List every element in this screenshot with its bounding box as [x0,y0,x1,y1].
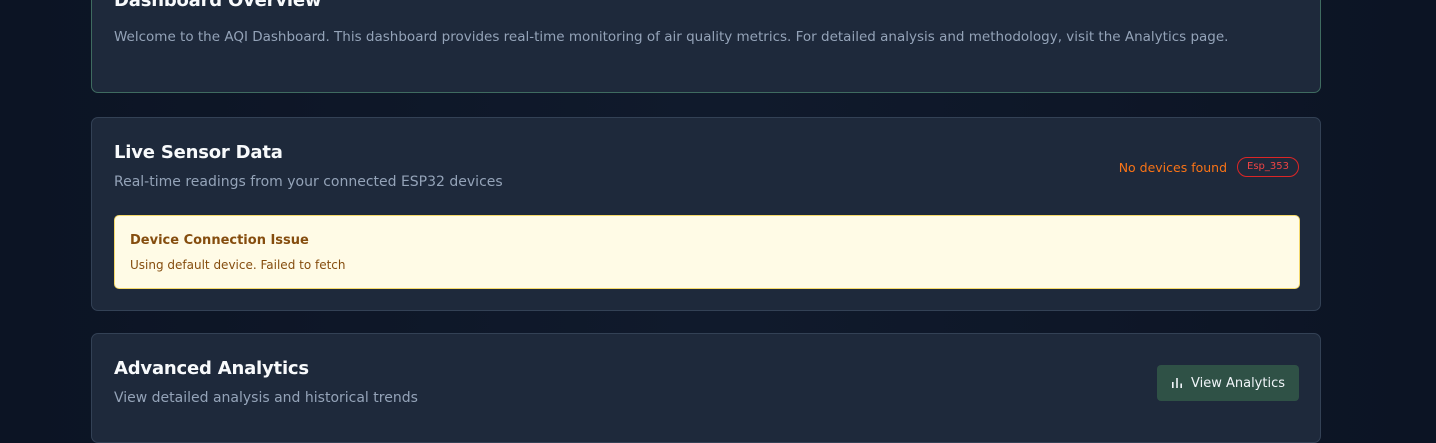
view-analytics-label: View Analytics [1190,375,1285,391]
device-status: No devices found Esp_353 [1119,157,1299,177]
live-sensor-card: Live Sensor Data Real-time readings from… [91,117,1321,311]
device-status-text: No devices found [1118,159,1228,175]
sensor-title: Live Sensor Data [114,142,283,163]
sensor-description: Real-time readings from your connected E… [114,174,503,190]
alert-title: Device Connection Issue [130,233,309,248]
overview-title: Dashboard Overview [114,0,322,11]
analytics-description: View detailed analysis and historical tr… [114,390,418,406]
bar-chart-icon [1171,377,1183,389]
analytics-title: Advanced Analytics [114,358,309,379]
dashboard-overview-card: Dashboard Overview Welcome to the AQI Da… [91,0,1321,93]
advanced-analytics-card: Advanced Analytics View detailed analysi… [91,333,1321,443]
view-analytics-button[interactable]: View Analytics [1156,365,1299,401]
device-badge[interactable]: Esp_353 [1237,157,1299,177]
alert-message: Using default device. Failed to fetch [130,258,346,272]
device-connection-alert: Device Connection Issue Using default de… [114,215,1300,289]
overview-description: Welcome to the AQI Dashboard. This dashb… [114,29,1229,45]
